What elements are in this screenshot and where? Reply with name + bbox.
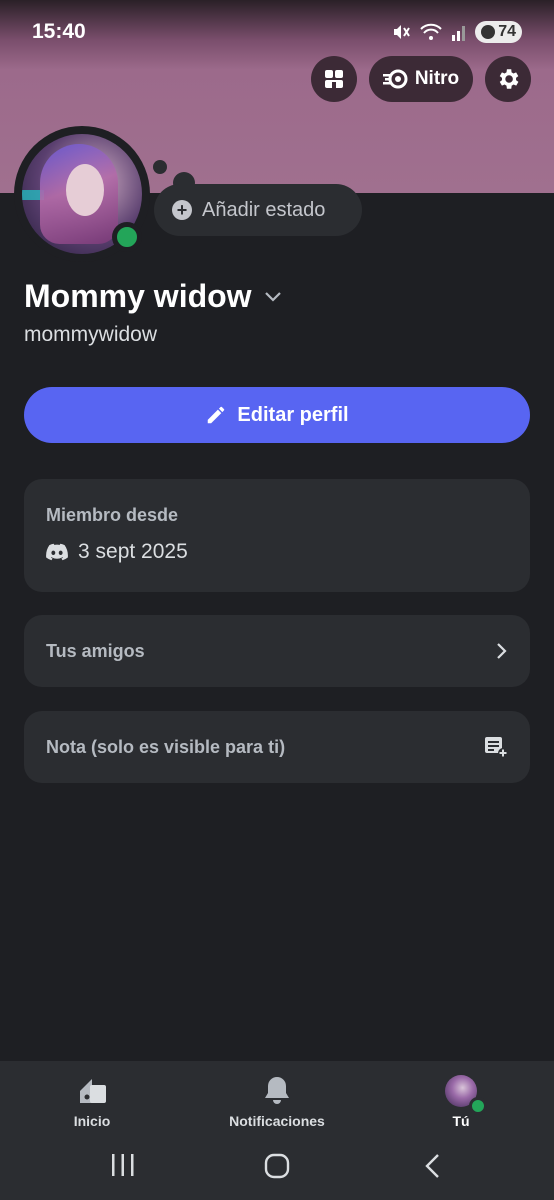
recent-apps-icon: [112, 1154, 134, 1176]
add-status-label: Añadir estado: [202, 198, 326, 221]
battery-indicator: 74: [475, 21, 522, 43]
friends-label: Tus amigos: [46, 640, 145, 661]
note-card[interactable]: Nota (solo es visible para ti): [24, 711, 530, 783]
bottom-navigation: Inicio Notificaciones Tú: [0, 1061, 554, 1200]
add-status-button[interactable]: + Añadir estado: [154, 184, 362, 236]
username: mommywidow: [24, 323, 158, 346]
member-since-date: 3 sept 2025: [78, 540, 188, 563]
nitro-icon: [382, 69, 408, 89]
nitro-label: Nitro: [414, 68, 460, 89]
battery-level: 74: [498, 23, 516, 40]
settings-button[interactable]: [485, 56, 531, 102]
battery-saver-icon: [481, 25, 496, 39]
nav-notifications-label: Notificaciones: [229, 1113, 325, 1129]
plus-circle-icon: +: [172, 200, 192, 220]
member-since-label: Miembro desde: [46, 505, 179, 525]
status-bar: 15:40 74: [0, 0, 554, 64]
avatar: [445, 1075, 487, 1115]
shop-icon: [325, 70, 343, 88]
online-status-indicator: [112, 222, 142, 252]
note-add-icon: [485, 737, 508, 758]
status-bubble-dot: [153, 160, 167, 174]
display-name: Mommy widow: [24, 278, 252, 314]
signal-icon: [452, 26, 466, 41]
home-icon: [80, 1079, 106, 1103]
system-navigation-bar: [0, 1143, 554, 1191]
status-icons: 74: [391, 21, 522, 43]
nav-notifications[interactable]: Notificaciones: [222, 1075, 332, 1129]
member-since-card: Miembro desde 3 sept 2025: [24, 479, 530, 592]
online-status-indicator: [469, 1097, 487, 1115]
friends-card[interactable]: Tus amigos: [24, 615, 530, 687]
pencil-icon: [208, 406, 225, 424]
nav-home[interactable]: Inicio: [62, 1075, 122, 1129]
note-label: Nota (solo es visible para ti): [46, 736, 286, 757]
chevron-right-icon: [497, 643, 507, 659]
back-icon: [425, 1154, 439, 1178]
home-button[interactable]: [264, 1153, 290, 1183]
wifi-icon: [420, 23, 442, 40]
edit-profile-button[interactable]: Editar perfil: [24, 387, 530, 443]
back-button[interactable]: [424, 1153, 442, 1183]
member-since-row: 3 sept 2025: [46, 540, 508, 564]
nav-you[interactable]: Tú: [431, 1075, 491, 1129]
shop-button[interactable]: [311, 56, 357, 102]
recent-apps-button[interactable]: [110, 1153, 136, 1181]
home-circle-icon: [264, 1153, 290, 1179]
mute-icon: [394, 25, 411, 39]
nav-home-label: Inicio: [73, 1113, 111, 1129]
discord-icon: [46, 543, 68, 561]
chevron-down-icon: [264, 291, 281, 302]
edit-profile-label: Editar perfil: [237, 403, 349, 426]
bell-icon: [265, 1077, 289, 1104]
nav-you-label: Tú: [452, 1113, 470, 1129]
display-name-row[interactable]: Mommy widow: [24, 278, 282, 315]
gear-icon: [499, 69, 519, 89]
nitro-button[interactable]: Nitro: [369, 56, 473, 102]
status-time: 15:40: [32, 20, 86, 43]
